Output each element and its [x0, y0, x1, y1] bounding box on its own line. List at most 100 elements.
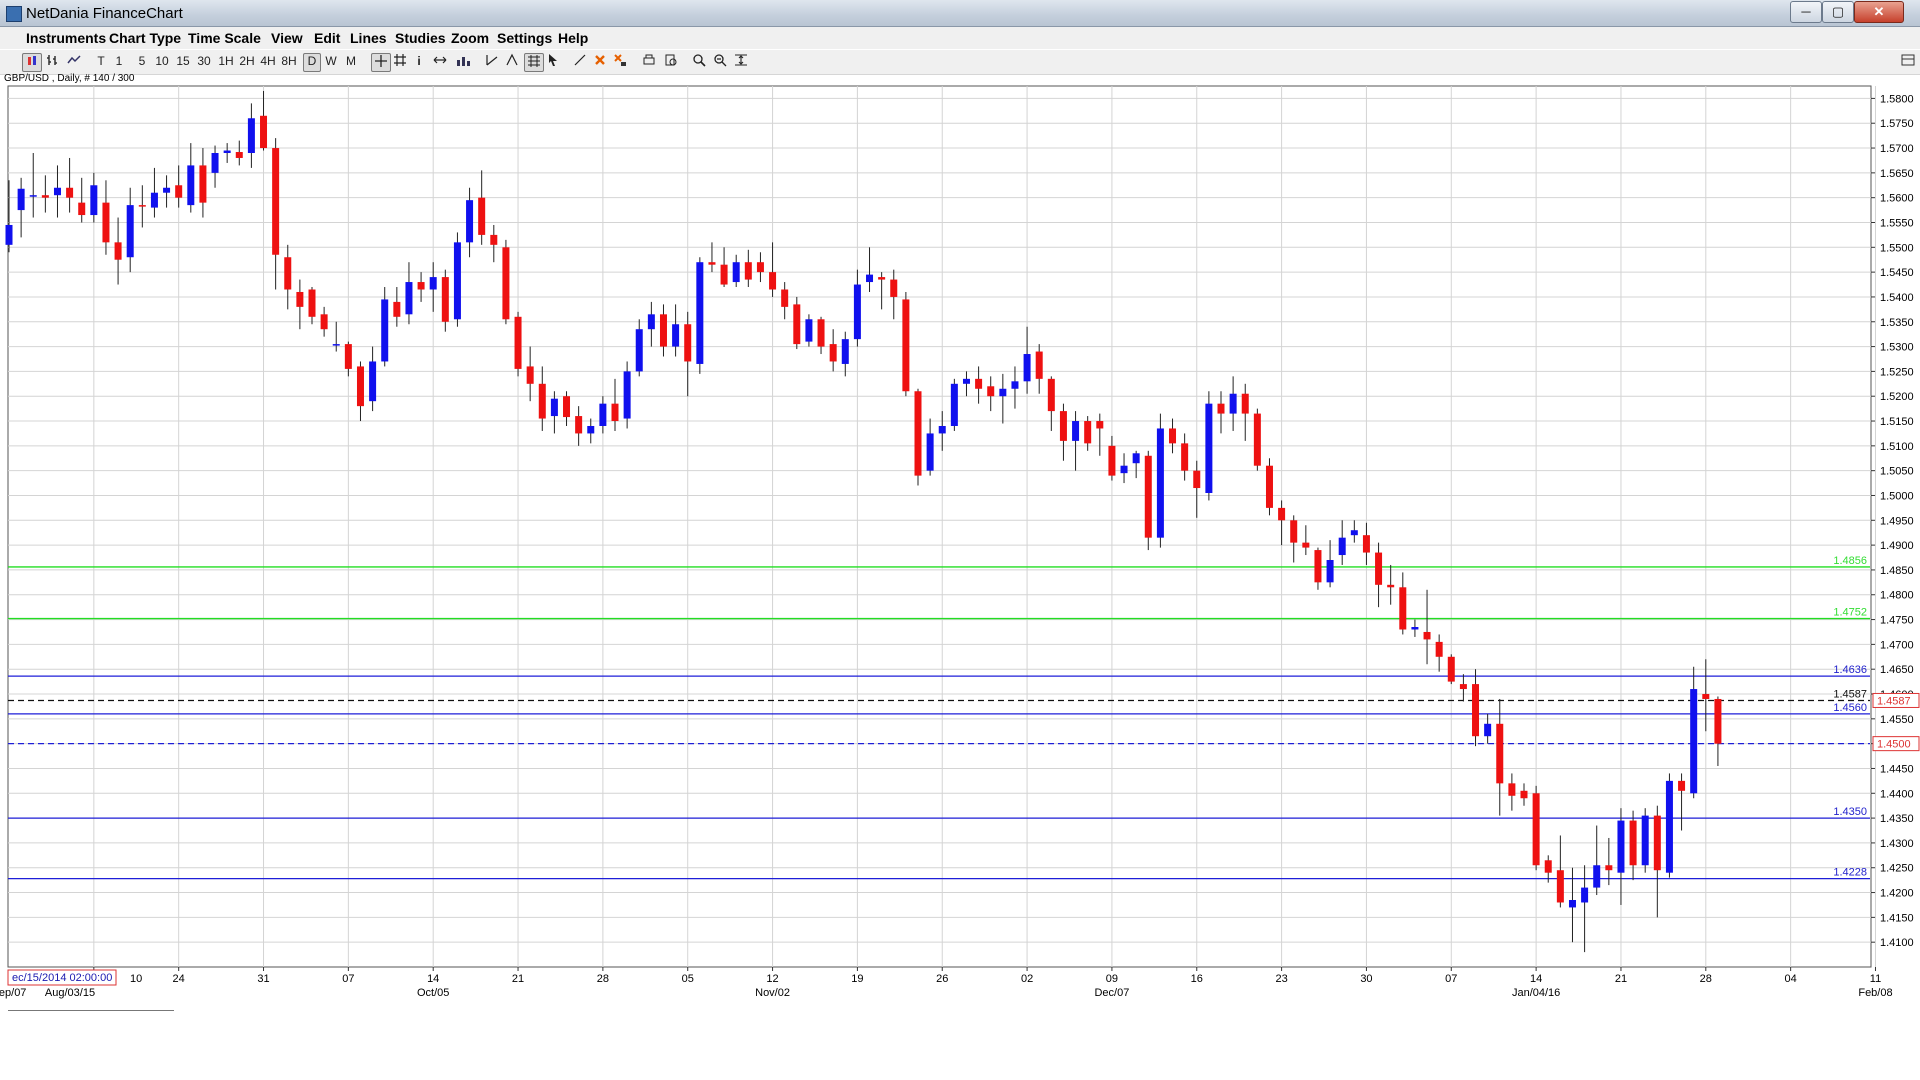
menu-settings[interactable]: Settings	[497, 30, 552, 46]
candle-body	[599, 403, 607, 426]
time-scale-8h[interactable]: 8H	[280, 53, 298, 70]
y-tick-label: 1.5500	[1880, 242, 1914, 254]
candle-body	[211, 153, 219, 173]
menu-lines[interactable]: Lines	[350, 30, 387, 46]
menu-zoom[interactable]: Zoom	[451, 30, 489, 46]
candle-body	[1072, 421, 1080, 441]
level-label-1.4856: 1.4856	[1833, 555, 1867, 567]
candle-body	[66, 187, 74, 198]
line-draw-icon[interactable]	[572, 53, 588, 70]
time-scale-w[interactable]: W	[324, 53, 338, 70]
bars-icon[interactable]	[44, 53, 60, 70]
time-scale-4h[interactable]: 4H	[259, 53, 277, 70]
x-tick-label: 21	[1615, 973, 1627, 985]
menu-help[interactable]: Help	[558, 30, 588, 46]
candle-body	[769, 272, 777, 290]
line-icon[interactable]	[66, 53, 82, 70]
candle-body	[514, 316, 522, 369]
candle-body	[890, 279, 898, 297]
cursor-icon[interactable]	[546, 53, 560, 70]
y-tick-label: 1.5750	[1880, 118, 1914, 130]
delete-icon[interactable]	[592, 53, 608, 70]
menu-time-scale[interactable]: Time Scale	[188, 30, 261, 46]
candle-body	[611, 403, 619, 422]
candle-body	[781, 289, 789, 307]
maximize-button[interactable]: ▢	[1822, 1, 1854, 23]
time-scale-2h[interactable]: 2H	[238, 53, 256, 70]
candle-body	[1568, 899, 1576, 908]
candle-body	[41, 195, 49, 198]
grid-icon[interactable]	[392, 53, 408, 70]
candle-body	[1084, 421, 1092, 444]
candle-body	[126, 205, 134, 258]
time-scale-t[interactable]: T	[95, 53, 107, 70]
x-tick-label: 04	[1785, 973, 1797, 985]
time-scale-m[interactable]: M	[344, 53, 358, 70]
candle-body	[1484, 723, 1492, 737]
candle-body	[1314, 550, 1322, 583]
x-month-label: Aug/03/15	[45, 987, 95, 999]
candle-body	[114, 242, 122, 260]
candle-body	[163, 187, 171, 193]
candle-body	[1096, 421, 1104, 429]
info-icon[interactable]: i	[414, 53, 424, 70]
candle-body	[902, 299, 910, 392]
candlestick-chart[interactable]: 1.4856 1.4752 1.4636 1.4587 1.4560 1.4350 1.42…	[0, 84, 1920, 1000]
delete-all-icon[interactable]	[612, 53, 628, 70]
zoom-out-icon[interactable]	[712, 53, 728, 70]
minimize-button[interactable]: ─	[1790, 1, 1822, 23]
window-title: NetDania FinanceChart	[26, 5, 183, 22]
channel-icon[interactable]	[504, 53, 520, 70]
candle-body	[1496, 723, 1504, 784]
candle-body	[247, 118, 255, 154]
time-scale-15[interactable]: 15	[175, 53, 191, 70]
candle-body	[308, 289, 316, 317]
candle-body	[260, 115, 268, 149]
time-scale-d[interactable]: D	[303, 53, 321, 72]
candle-body	[623, 371, 631, 419]
candle-body	[1629, 820, 1637, 866]
volume-icon[interactable]	[454, 53, 472, 70]
panel-toggle-icon[interactable]	[1900, 53, 1916, 70]
candle-body	[78, 202, 86, 216]
candle-body	[1047, 378, 1055, 412]
candle-body	[1653, 815, 1661, 871]
candle-body	[369, 361, 377, 402]
pan-icon[interactable]	[432, 53, 448, 70]
x-month-label: Oct/05	[417, 987, 449, 999]
y-tick-label: 1.5300	[1880, 342, 1914, 354]
y-tick-label: 1.4400	[1880, 788, 1914, 800]
candle-body	[1472, 684, 1480, 737]
x-month-label: Dec/07	[1094, 987, 1129, 999]
time-scale-10[interactable]: 10	[154, 53, 170, 70]
candle-body	[647, 314, 655, 330]
candle-body	[29, 195, 37, 197]
zoom-fit-icon[interactable]	[733, 53, 749, 70]
y-tick-label: 1.4550	[1880, 714, 1914, 726]
zoom-in-icon[interactable]	[691, 53, 707, 70]
print-preview-icon[interactable]	[663, 53, 679, 70]
trend-line-icon[interactable]	[484, 53, 500, 70]
candle-body	[987, 386, 995, 397]
candle-body	[453, 242, 461, 320]
time-scale-1h[interactable]: 1H	[217, 53, 235, 70]
x-tick-label: 21	[512, 973, 524, 985]
candles-icon[interactable]	[22, 53, 42, 72]
chart-instrument-label: GBP/USD , Daily, # 140 / 300	[4, 73, 135, 84]
candle-body	[732, 262, 740, 283]
crosshair-icon[interactable]	[371, 53, 391, 72]
print-icon[interactable]	[641, 53, 657, 70]
candle-body	[53, 187, 61, 196]
time-scale-1[interactable]: 1	[114, 53, 124, 70]
menu-edit[interactable]: Edit	[314, 30, 340, 46]
candle-body	[1011, 381, 1019, 389]
fibonacci-icon[interactable]	[524, 53, 544, 72]
menu-instruments[interactable]: Instruments	[26, 30, 106, 46]
time-scale-30[interactable]: 30	[196, 53, 212, 70]
close-button[interactable]: ✕	[1854, 1, 1904, 23]
menu-view[interactable]: View	[271, 30, 303, 46]
candle-body	[90, 185, 98, 216]
menu-studies[interactable]: Studies	[395, 30, 446, 46]
time-scale-5[interactable]: 5	[137, 53, 147, 70]
menu-chart-type[interactable]: Chart Type	[109, 30, 181, 46]
